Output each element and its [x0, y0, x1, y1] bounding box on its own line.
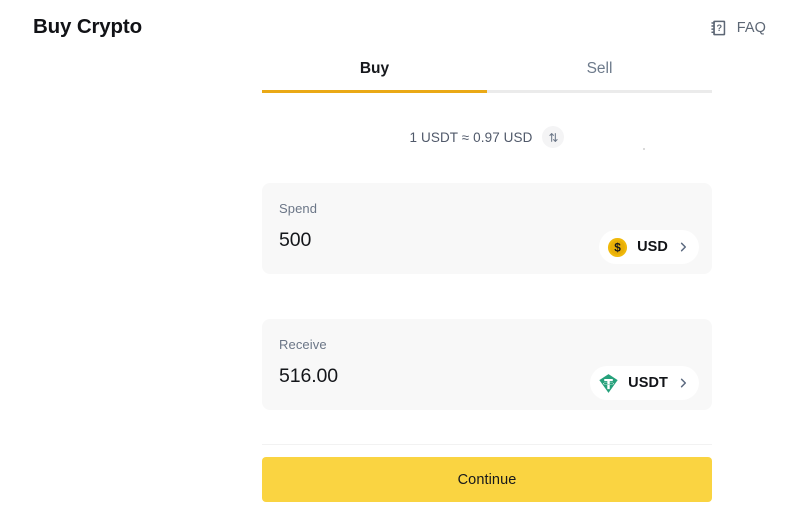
page-title: Buy Crypto: [33, 14, 142, 38]
tab-buy-label: Buy: [359, 60, 390, 77]
footer-divider: [262, 444, 712, 445]
chevron-right-icon: [677, 241, 688, 253]
tab-sell-underline: [487, 90, 712, 93]
receive-currency-label: USDT: [628, 375, 668, 391]
faq-label: FAQ: [736, 20, 766, 36]
page-header: Buy Crypto ? FAQ: [0, 0, 800, 56]
receive-label: Receive: [279, 337, 327, 352]
receive-currency-selector[interactable]: USDT: [590, 366, 699, 400]
exchange-rate-text: 1 USDT ≈ 0.97 USD: [409, 129, 533, 145]
swap-rate-button[interactable]: [542, 126, 565, 148]
manual-question-icon: ?: [710, 19, 728, 37]
svg-text:?: ?: [716, 23, 722, 33]
spend-label: Spend: [279, 201, 318, 216]
spend-currency-selector[interactable]: $ USD: [599, 230, 699, 264]
usd-coin-icon: $: [607, 237, 628, 258]
spend-card[interactable]: Spend 500 $ USD: [262, 183, 712, 274]
buy-sell-tabs: Buy Sell: [262, 60, 712, 93]
tab-buy[interactable]: Buy: [262, 60, 487, 93]
cursor-artifact: [643, 148, 645, 150]
tab-sell-label: Sell: [586, 60, 613, 77]
exchange-rate-row: 1 USDT ≈ 0.97 USD: [262, 126, 712, 148]
svg-text:$: $: [614, 240, 621, 254]
receive-card[interactable]: Receive 516.00 USDT: [262, 319, 712, 410]
continue-button[interactable]: Continue: [262, 457, 712, 502]
spend-currency-label: USD: [637, 239, 668, 255]
chevron-right-icon: [677, 377, 688, 389]
tab-buy-underline: [262, 90, 487, 93]
swap-vertical-icon: [548, 132, 559, 143]
tether-icon: [598, 373, 619, 394]
tab-sell[interactable]: Sell: [487, 60, 712, 93]
faq-link[interactable]: ? FAQ: [710, 19, 766, 37]
buy-crypto-page: Buy Crypto ? FAQ Buy Sell 1 USDT ≈ 0.97 …: [0, 0, 800, 510]
